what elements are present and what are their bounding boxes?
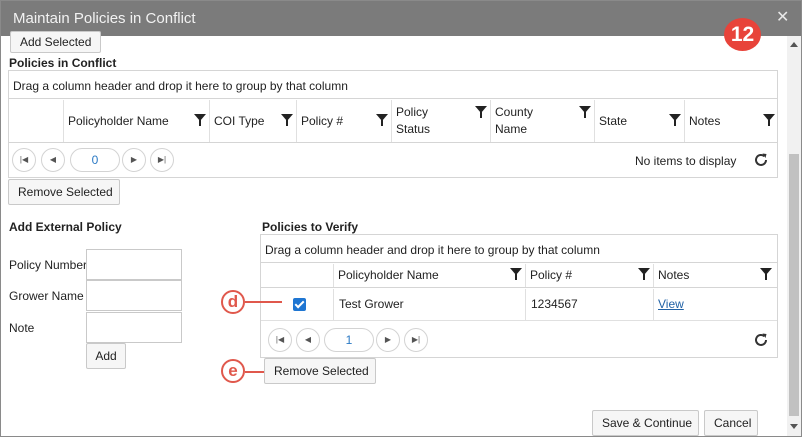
first-page-icon[interactable]: |◀	[268, 328, 292, 352]
callout-e-line	[245, 371, 264, 373]
conflict-col-coi-type[interactable]: COI Type	[209, 100, 296, 142]
page-number[interactable]: 1	[324, 328, 374, 352]
verify-col-policyholder[interactable]: Policyholder Name	[333, 264, 525, 287]
step-badge: 12	[724, 18, 761, 51]
filter-icon[interactable]	[475, 106, 487, 118]
add-selected-button[interactable]: Add Selected	[10, 31, 102, 53]
dialog-title: Maintain Policies in Conflict	[13, 10, 196, 27]
table-row[interactable]: Test Grower 1234567 View	[261, 289, 777, 321]
policy-number-label: Policy Number	[9, 258, 88, 272]
verify-col-notes[interactable]: Notes	[653, 264, 777, 287]
callout-e: e	[221, 359, 245, 383]
conflict-col-notes[interactable]: Notes	[684, 100, 777, 142]
vertical-scrollbar[interactable]	[787, 36, 801, 436]
policy-number-field[interactable]	[86, 249, 182, 280]
callout-d-line	[245, 301, 282, 303]
row-policy-number: 1234567	[531, 297, 578, 311]
conflict-pager: |◀ ◀ 0 ▶ ▶| No items to display	[9, 143, 777, 177]
conflict-grid: Drag a column header and drop it here to…	[8, 70, 778, 178]
row-divider	[261, 320, 777, 321]
add-button[interactable]: Add	[86, 343, 126, 369]
conflict-col-label: Notes	[689, 114, 721, 128]
first-page-icon[interactable]: |◀	[12, 148, 36, 172]
close-icon[interactable]: ✕	[776, 7, 789, 27]
prev-page-icon[interactable]: ◀	[41, 148, 65, 172]
note-label: Note	[9, 321, 35, 335]
remove-selected-verify-button[interactable]: Remove Selected	[264, 358, 376, 384]
conflict-col-label: State	[599, 114, 628, 128]
grower-name-label: Grower Name	[9, 289, 84, 303]
last-page-icon[interactable]: ▶|	[404, 328, 428, 352]
conflict-col-label: County Name	[495, 105, 534, 136]
cancel-button[interactable]: Cancel	[704, 410, 758, 436]
filter-icon[interactable]	[579, 106, 591, 118]
filter-icon[interactable]	[194, 114, 206, 126]
view-notes-link[interactable]: View	[658, 297, 684, 311]
column-divider	[525, 289, 526, 321]
external-section-title: Add External Policy	[9, 220, 122, 234]
verify-col-label: Notes	[658, 268, 690, 282]
filter-icon[interactable]	[760, 268, 772, 280]
last-page-icon[interactable]: ▶|	[150, 148, 174, 172]
verify-pager: |◀ ◀ 1 ▶ ▶|	[261, 323, 777, 357]
conflict-section-title: Policies in Conflict	[9, 56, 117, 70]
verify-header: Policyholder Name Policy # Notes	[261, 264, 777, 288]
verify-col-label: Policy #	[530, 268, 573, 282]
next-page-icon[interactable]: ▶	[376, 328, 400, 352]
verify-group-bar[interactable]: Drag a column header and drop it here to…	[261, 235, 777, 263]
scroll-up-icon[interactable]	[790, 42, 798, 47]
conflict-header: Policyholder Name COI Type Policy # Poli…	[9, 100, 777, 143]
filter-icon[interactable]	[376, 114, 388, 126]
remove-selected-conflict-button[interactable]: Remove Selected	[8, 179, 120, 205]
verify-section-title: Policies to Verify	[262, 220, 359, 234]
conflict-col-state[interactable]: State	[594, 100, 684, 142]
verify-col-policy-num[interactable]: Policy #	[525, 264, 653, 287]
conflict-col-county-name[interactable]: County Name	[490, 100, 594, 142]
note-field[interactable]	[86, 312, 182, 343]
conflict-col-label: Policy #	[301, 114, 344, 128]
next-page-icon[interactable]: ▶	[122, 148, 146, 172]
refresh-icon[interactable]	[753, 332, 769, 348]
conflict-group-bar[interactable]: Drag a column header and drop it here to…	[9, 71, 777, 99]
title-bar: Maintain Policies in Conflict ✕	[1, 1, 801, 36]
prev-page-icon[interactable]: ◀	[296, 328, 320, 352]
filter-icon[interactable]	[669, 114, 681, 126]
conflict-col-label: Policyholder Name	[68, 114, 169, 128]
column-divider	[653, 289, 654, 321]
conflict-col-label: COI Type	[214, 114, 265, 128]
conflict-col-policyholder[interactable]: Policyholder Name	[63, 100, 209, 142]
filter-icon[interactable]	[638, 268, 650, 280]
scroll-thumb[interactable]	[789, 154, 799, 416]
column-divider	[333, 289, 334, 321]
callout-d: d	[221, 290, 245, 314]
verify-col-label: Policyholder Name	[338, 268, 439, 282]
dialog: Maintain Policies in Conflict ✕ 12 Add S…	[0, 0, 802, 437]
page-number[interactable]: 0	[70, 148, 120, 172]
filter-icon[interactable]	[510, 268, 522, 280]
filter-icon[interactable]	[281, 114, 293, 126]
row-policyholder: Test Grower	[339, 297, 404, 311]
verify-grid: Drag a column header and drop it here to…	[260, 234, 778, 358]
save-continue-button[interactable]: Save & Continue	[592, 410, 699, 436]
conflict-col-policy-status[interactable]: Policy Status	[391, 100, 490, 142]
scroll-down-icon[interactable]	[790, 424, 798, 429]
pager-status: No items to display	[635, 154, 737, 168]
grower-name-field[interactable]	[86, 280, 182, 311]
conflict-col-label: Policy Status	[396, 105, 431, 136]
row-checkbox[interactable]	[293, 298, 306, 311]
conflict-col-policy-num[interactable]: Policy #	[296, 100, 391, 142]
filter-icon[interactable]	[763, 114, 775, 126]
refresh-icon[interactable]	[753, 152, 769, 168]
